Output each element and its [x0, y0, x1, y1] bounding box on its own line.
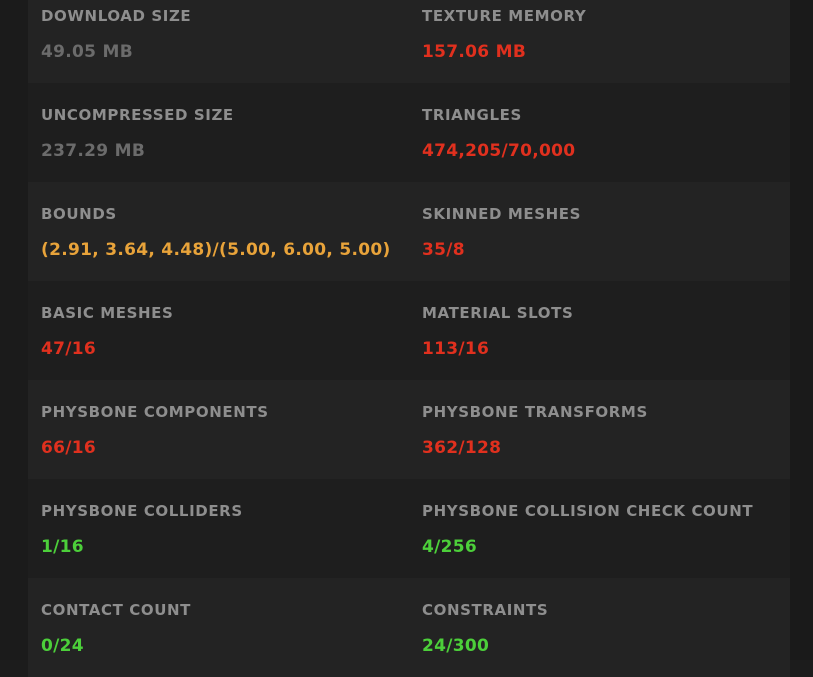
stat-label: TRIANGLES: [422, 106, 522, 124]
stat-value: 1/16: [41, 537, 84, 557]
panel-left-gutter: [0, 0, 28, 660]
stat-value: 474,205/70,000: [422, 141, 576, 161]
stat-value: 24/300: [422, 636, 490, 656]
stats-row-basic-material: BASIC MESHES 47/16 MATERIAL SLOTS 113/16: [28, 281, 790, 380]
stat-label: TEXTURE MEMORY: [422, 7, 587, 25]
stat-label: SKINNED MESHES: [422, 205, 582, 223]
stat-label: UNCOMPRESSED SIZE: [41, 106, 234, 124]
panel-right-gutter: [790, 0, 813, 660]
stat-value: 4/256: [422, 537, 478, 557]
stat-label: BOUNDS: [41, 205, 117, 223]
stat-value: 237.29 MB: [41, 141, 146, 161]
stat-value: 49.05 MB: [41, 42, 133, 62]
stat-value: (2.91, 3.64, 4.48)/(5.00, 6.00, 5.00): [41, 240, 391, 260]
stats-row-physbone-components-transforms: PHYSBONE COMPONENTS 66/16 PHYSBONE TRANS…: [28, 380, 790, 479]
stats-row-download-texture: DOWNLOAD SIZE 49.05 MB TEXTURE MEMORY 15…: [28, 0, 790, 83]
stat-value: 113/16: [422, 339, 490, 359]
stat-label: PHYSBONE COLLISION CHECK COUNT: [422, 502, 754, 520]
stat-label: MATERIAL SLOTS: [422, 304, 574, 322]
stat-value: 35/8: [422, 240, 465, 260]
stats-row-contact-constraints: CONTACT COUNT 0/24 CONSTRAINTS 24/300: [28, 578, 790, 677]
stat-label: PHYSBONE COLLIDERS: [41, 502, 243, 520]
stat-value: 362/128: [422, 438, 502, 458]
stat-value: 47/16: [41, 339, 97, 359]
performance-stats-panel: DOWNLOAD SIZE 49.05 MB TEXTURE MEMORY 15…: [0, 0, 813, 677]
stat-label: PHYSBONE COMPONENTS: [41, 403, 269, 421]
stat-label: DOWNLOAD SIZE: [41, 7, 192, 25]
stats-row-uncompressed-triangles: UNCOMPRESSED SIZE 237.29 MB TRIANGLES 47…: [28, 83, 790, 182]
stat-value: 157.06 MB: [422, 42, 527, 62]
stats-list: DOWNLOAD SIZE 49.05 MB TEXTURE MEMORY 15…: [28, 0, 790, 677]
stat-value: 0/24: [41, 636, 84, 656]
stat-label: BASIC MESHES: [41, 304, 174, 322]
stats-row-bounds-skinned: BOUNDS (2.91, 3.64, 4.48)/(5.00, 6.00, 5…: [28, 182, 790, 281]
stat-label: CONTACT COUNT: [41, 601, 191, 619]
stats-row-physbone-colliders-collision: PHYSBONE COLLIDERS 1/16 PHYSBONE COLLISI…: [28, 479, 790, 578]
stat-label: PHYSBONE TRANSFORMS: [422, 403, 648, 421]
stat-label: CONSTRAINTS: [422, 601, 549, 619]
stat-value: 66/16: [41, 438, 97, 458]
